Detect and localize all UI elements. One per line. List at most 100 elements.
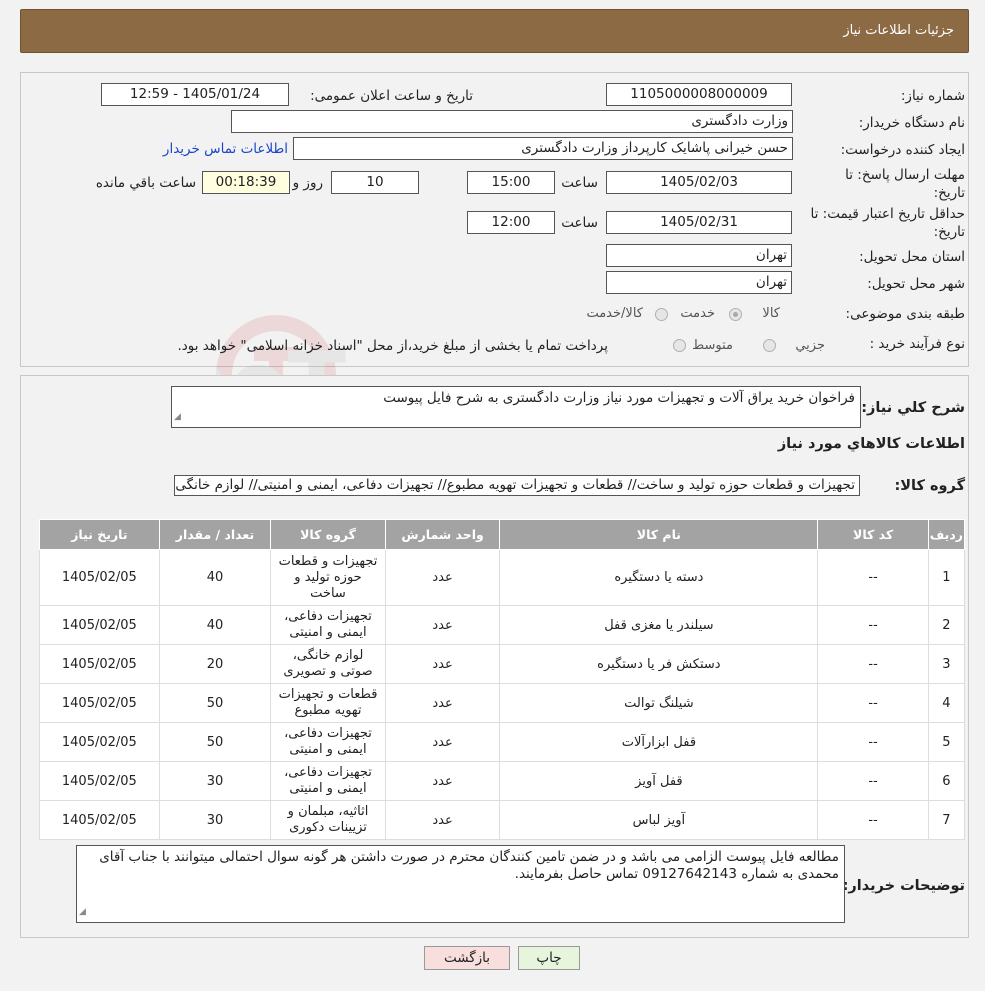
validity-date-field: 1405/02/31 bbox=[606, 211, 792, 234]
need-number-field: 1105000008000009 bbox=[606, 83, 792, 106]
deadline-date-field: 1405/02/03 bbox=[606, 171, 792, 194]
deadline-time-field: 15:00 bbox=[467, 171, 555, 194]
announce-label: تاریخ و ساعت اعلان عمومی: bbox=[310, 88, 473, 104]
need-date: 1405/02/05 bbox=[39, 644, 160, 684]
days-label: روز و bbox=[292, 175, 323, 191]
goods-group: لوازم خانگی، صوتی و تصویری bbox=[270, 644, 386, 684]
goods-group: تجهیزات دفاعی، ایمنی و امنیتی bbox=[270, 722, 386, 762]
province-field: تهران bbox=[606, 244, 792, 267]
resize-grip-icon[interactable]: ◢ bbox=[79, 904, 86, 921]
need-date: 1405/02/05 bbox=[39, 761, 160, 801]
table-row: 4 -- شیلنگ توالت عدد قطعات و تجهیزات تهو… bbox=[39, 683, 966, 723]
goods-code: -- bbox=[817, 722, 929, 762]
unit: عدد bbox=[384, 800, 501, 840]
quantity: 50 bbox=[158, 722, 272, 762]
quantity: 20 bbox=[158, 644, 272, 684]
unit: عدد bbox=[384, 722, 501, 762]
goods-name: قفل ابزارآلات bbox=[499, 722, 819, 762]
province-label: استان محل تحویل: bbox=[859, 249, 965, 265]
validity-time-field: 12:00 bbox=[467, 211, 555, 234]
goods-code: -- bbox=[817, 761, 929, 801]
buyer-notes-label: توضیحات خریدار: bbox=[842, 878, 965, 894]
quantity: 30 bbox=[158, 761, 272, 801]
table-row: 5 -- قفل ابزارآلات عدد تجهیزات دفاعی، ای… bbox=[39, 722, 966, 762]
process-radio-medium[interactable] bbox=[673, 339, 686, 352]
category-radio-service[interactable] bbox=[655, 308, 668, 321]
goods-name: شیلنگ توالت bbox=[499, 683, 819, 723]
row-number: 7 bbox=[927, 800, 966, 840]
time-remaining-field: 00:18:39 bbox=[202, 171, 290, 194]
row-number: 2 bbox=[927, 605, 966, 645]
row-number: 5 bbox=[927, 722, 966, 762]
summary-text: فراخوان خرید یراق آلات و تجهیزات مورد نی… bbox=[383, 390, 855, 406]
validity-time-label: ساعت bbox=[561, 215, 598, 231]
creator-label: ایجاد کننده درخواست: bbox=[840, 142, 965, 158]
col-row-number: رديف bbox=[927, 519, 966, 550]
unit: عدد bbox=[384, 644, 501, 684]
unit: عدد bbox=[384, 683, 501, 723]
time-remaining-label: ساعت باقي مانده bbox=[95, 175, 196, 191]
summary-label: شرح كلي نياز: bbox=[861, 400, 965, 416]
need-date: 1405/02/05 bbox=[39, 683, 160, 723]
col-need-date: تاریخ نیاز bbox=[39, 519, 160, 550]
unit: عدد bbox=[384, 761, 501, 801]
category-option-service: خدمت bbox=[680, 306, 715, 321]
creator-field: حسن خیرانی پاشایک کارپرداز وزارت دادگستر… bbox=[293, 137, 793, 160]
col-unit: واحد شمارش bbox=[384, 519, 501, 550]
process-option-partial: جزیي bbox=[795, 338, 825, 353]
process-radio-partial[interactable] bbox=[763, 339, 776, 352]
row-number: 1 bbox=[927, 549, 966, 606]
back-button[interactable]: بازگشت bbox=[424, 946, 510, 970]
goods-table-header: رديف كد كالا نام كالا واحد شمارش گروه كا… bbox=[39, 519, 966, 550]
need-date: 1405/02/05 bbox=[39, 549, 160, 606]
city-label: شهر محل تحویل: bbox=[867, 276, 965, 292]
need-number-label: شماره نیاز: bbox=[900, 88, 965, 104]
quantity: 40 bbox=[158, 605, 272, 645]
category-radio-goods[interactable] bbox=[729, 308, 742, 321]
goods-info-title: اطلاعات كالاهاي مورد نياز bbox=[777, 436, 965, 452]
page-header: جزئیات اطلاعات نیاز bbox=[20, 9, 969, 53]
goods-code: -- bbox=[817, 683, 929, 723]
goods-group: تجهیزات دفاعی، ایمنی و امنیتی bbox=[270, 761, 386, 801]
goods-table: رديف كد كالا نام كالا واحد شمارش گروه كا… bbox=[39, 519, 966, 840]
goods-name: آویز لباس bbox=[499, 800, 819, 840]
goods-name: سیلندر یا مغزی قفل bbox=[499, 605, 819, 645]
table-row: 1 -- دسته یا دستگیره عدد تجهیزات و قطعات… bbox=[39, 549, 966, 606]
quantity: 40 bbox=[158, 549, 272, 606]
buyer-notes-textarea[interactable]: مطالعه فایل پیوست الزامی می باشد و در ضم… bbox=[76, 845, 845, 923]
print-button[interactable]: چاپ bbox=[518, 946, 580, 970]
category-label: طبقه بندی موضوعی: bbox=[845, 306, 965, 322]
buyer-org-field: وزارت دادگستری bbox=[231, 110, 793, 133]
goods-code: -- bbox=[817, 605, 929, 645]
resize-grip-icon[interactable]: ◢ bbox=[174, 409, 181, 426]
quantity: 50 bbox=[158, 683, 272, 723]
buyer-org-label: نام دستگاه خریدار: bbox=[858, 115, 965, 131]
category-option-goods: کالا bbox=[762, 306, 780, 321]
row-number: 3 bbox=[927, 644, 966, 684]
need-info-panel: AriaTender.neT شماره نیاز: 1105000008000… bbox=[20, 72, 969, 435]
category-option-goods-service: کالا/خدمت bbox=[586, 306, 643, 321]
col-goods-group: گروه كالا bbox=[270, 519, 386, 550]
table-row: 3 -- دستکش فر یا دستگیره عدد لوازم خانگی… bbox=[39, 644, 966, 684]
goods-code: -- bbox=[817, 644, 929, 684]
quantity: 30 bbox=[158, 800, 272, 840]
need-date: 1405/02/05 bbox=[39, 605, 160, 645]
goods-code: -- bbox=[817, 549, 929, 606]
goods-group: قطعات و تجهیزات تهویه مطبوع bbox=[270, 683, 386, 723]
col-goods-code: كد كالا bbox=[817, 519, 929, 550]
validity-label-1: حداقل تاریخ اعتبار قیمت: تا bbox=[810, 206, 965, 222]
goods-group-label: گروه كالا: bbox=[894, 478, 965, 494]
buyer-contact-link[interactable]: اطلاعات تماس خریدار bbox=[163, 141, 288, 157]
summary-textarea[interactable]: فراخوان خرید یراق آلات و تجهیزات مورد نی… bbox=[171, 386, 861, 428]
city-field: تهران bbox=[606, 271, 792, 294]
announce-field: 1405/01/24 - 12:59 bbox=[101, 83, 289, 106]
row-number: 4 bbox=[927, 683, 966, 723]
process-note: پرداخت تمام یا بخشی از مبلغ خرید،از محل … bbox=[177, 338, 608, 354]
col-quantity: تعداد / مقدار bbox=[158, 519, 272, 550]
table-row: 2 -- سیلندر یا مغزی قفل عدد تجهیزات دفاع… bbox=[39, 605, 966, 645]
need-details-panel: شرح كلي نياز: فراخوان خرید یراق آلات و ت… bbox=[20, 375, 969, 938]
unit: عدد bbox=[384, 605, 501, 645]
goods-group: تجهیزات دفاعی، ایمنی و امنیتی bbox=[270, 605, 386, 645]
table-row: 6 -- قفل آویز عدد تجهیزات دفاعی، ایمنی و… bbox=[39, 761, 966, 801]
col-goods-name: نام كالا bbox=[499, 519, 819, 550]
